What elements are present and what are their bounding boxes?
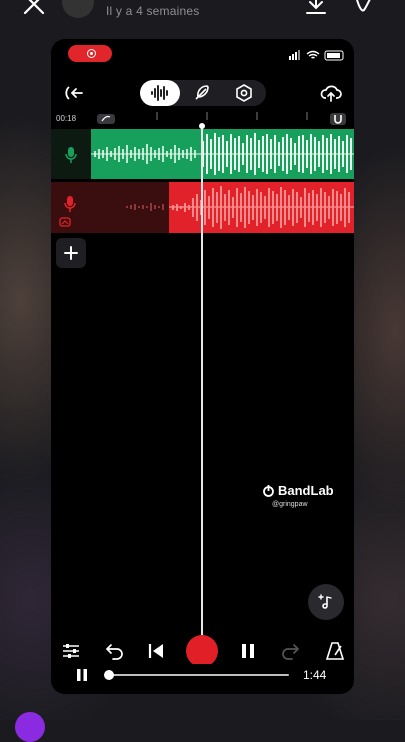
status-icons — [289, 50, 344, 61]
snap-toggle[interactable] — [330, 113, 346, 125]
screen-recording-indicator — [68, 45, 112, 62]
track-header-vocals[interactable] — [51, 129, 91, 179]
waveform-faint — [126, 203, 164, 211]
track-header-recording[interactable] — [51, 182, 169, 233]
track-region-vocals[interactable] — [91, 129, 354, 179]
edit-icon[interactable] — [352, 0, 376, 14]
bandlab-logo: BandLab — [262, 483, 334, 498]
loop-toggle[interactable] — [97, 114, 115, 124]
avatar[interactable] — [62, 0, 94, 18]
metronome-icon[interactable] — [324, 640, 346, 662]
record-dot-icon — [87, 49, 96, 58]
redo-icon[interactable] — [280, 640, 302, 662]
progress-track[interactable] — [107, 674, 289, 676]
tab-waveform[interactable] — [140, 80, 180, 106]
input-monitor-icon — [59, 217, 71, 227]
feather-icon[interactable] — [192, 83, 212, 103]
record-button[interactable] — [186, 635, 218, 667]
creator-handle: @gringpaw — [272, 501, 308, 508]
waveform-icon — [151, 85, 168, 101]
skip-back-icon[interactable] — [145, 640, 167, 662]
back-icon[interactable] — [63, 82, 85, 104]
pause-icon[interactable] — [74, 667, 90, 683]
brand-name: BandLab — [278, 483, 334, 498]
close-icon[interactable] — [22, 0, 46, 16]
microphone-icon — [64, 196, 76, 212]
playhead[interactable] — [201, 125, 203, 647]
bandlab-logo-icon — [263, 485, 274, 497]
waveform-green — [91, 133, 354, 175]
microphone-icon — [65, 147, 77, 163]
settings-hex-icon[interactable] — [234, 83, 254, 103]
instrument-fab[interactable] — [308, 584, 344, 620]
view-switcher[interactable] — [140, 80, 266, 106]
waveform-red — [169, 186, 354, 229]
timecode: 00:18 — [56, 114, 77, 123]
undo-icon[interactable] — [103, 640, 125, 662]
playhead-knob[interactable] — [199, 123, 205, 129]
music-note-plus-icon — [318, 594, 332, 609]
magnet-icon — [334, 115, 342, 124]
mixer-icon[interactable] — [60, 640, 82, 662]
duration: 1:44 — [303, 668, 327, 682]
progress-knob[interactable] — [104, 670, 114, 680]
cloud-upload-icon[interactable] — [320, 82, 342, 104]
download-icon[interactable] — [304, 0, 328, 16]
track-region-recording[interactable] — [169, 182, 354, 233]
avatar[interactable] — [15, 712, 45, 742]
loop-icon — [101, 115, 111, 122]
plus-icon — [64, 246, 78, 260]
timeline-ruler[interactable] — [95, 110, 354, 124]
phone-screen: 00:18 BandLab @gringpaw 1:44 — [51, 39, 354, 694]
posted-time: Il y a 4 semaines — [106, 4, 200, 18]
pause-icon[interactable] — [237, 640, 259, 662]
add-track-button[interactable] — [56, 238, 86, 268]
